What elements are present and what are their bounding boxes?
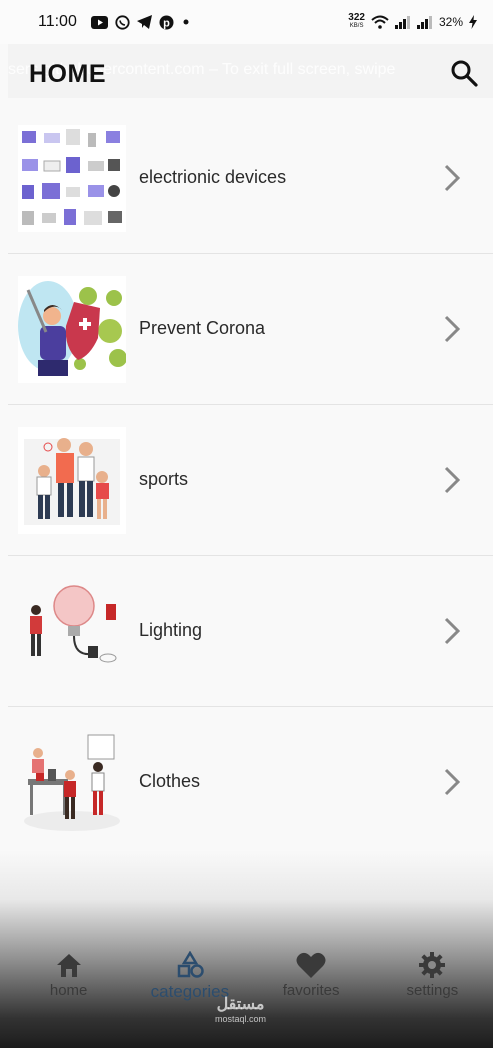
home-icon bbox=[56, 954, 81, 977]
status-bar: 11:00 p 322 KB/S 32% bbox=[0, 0, 493, 44]
system-status: 322 KB/S 32% bbox=[348, 13, 477, 31]
category-list: electrionic devices Prevent Corona sport… bbox=[8, 103, 493, 858]
chevron-right-icon[interactable] bbox=[441, 616, 463, 646]
watermark-arabic: مستقل bbox=[216, 996, 265, 1013]
chevron-right-icon[interactable] bbox=[441, 163, 463, 193]
notification-icons: p bbox=[90, 14, 191, 30]
wifi-icon bbox=[371, 15, 389, 29]
category-label: Clothes bbox=[139, 771, 201, 791]
nav-label: settings bbox=[406, 982, 459, 999]
battery-percent: 32% bbox=[438, 15, 463, 29]
chevron-right-icon[interactable] bbox=[441, 465, 463, 495]
signal-icon bbox=[394, 15, 410, 29]
category-label: sports bbox=[139, 469, 189, 489]
svg-text:p: p bbox=[163, 17, 170, 29]
charging-icon bbox=[469, 15, 477, 29]
category-row[interactable]: electrionic devices bbox=[8, 103, 493, 254]
heart-icon bbox=[296, 952, 326, 978]
lighting-illustration bbox=[18, 578, 126, 685]
category-label: Lighting bbox=[139, 620, 203, 640]
category-label: electrionic devices bbox=[139, 167, 287, 187]
page-title: HOME bbox=[29, 60, 106, 88]
net-speed: 322 KB/S bbox=[348, 13, 365, 31]
search-icon[interactable] bbox=[449, 58, 479, 88]
corona-illustration bbox=[18, 276, 126, 383]
whatsapp-icon bbox=[115, 14, 130, 30]
chevron-right-icon[interactable] bbox=[441, 314, 463, 344]
chevron-right-icon[interactable] bbox=[441, 767, 463, 797]
signal-icon-2 bbox=[416, 15, 432, 29]
nav-label: home bbox=[49, 982, 88, 999]
category-row[interactable]: sports bbox=[8, 405, 493, 556]
pinterest-icon: p bbox=[159, 15, 174, 29]
gear-icon bbox=[419, 952, 446, 978]
app-bar: sers.githubusercontent.com – To exit ful… bbox=[8, 44, 493, 98]
dot-icon bbox=[183, 19, 189, 25]
net-speed-unit: KB/S bbox=[349, 23, 364, 29]
category-row[interactable]: Prevent Corona bbox=[8, 254, 493, 405]
devices-illustration bbox=[18, 125, 126, 232]
clothes-illustration bbox=[18, 729, 126, 836]
watermark: مستقل mostaql.com bbox=[215, 996, 267, 1026]
sports-illustration bbox=[18, 427, 126, 534]
status-time: 11:00 bbox=[38, 13, 77, 30]
net-speed-value: 322 bbox=[348, 12, 365, 23]
categories-icon bbox=[177, 951, 204, 978]
nav-item-settings[interactable]: settings bbox=[372, 950, 493, 1020]
youtube-icon bbox=[90, 15, 108, 29]
nav-item-home[interactable]: home bbox=[8, 950, 129, 1020]
category-row[interactable]: Clothes bbox=[8, 707, 493, 858]
watermark-latin: mostaql.com bbox=[215, 1014, 267, 1024]
telegram-icon bbox=[136, 15, 152, 29]
nav-item-favorites[interactable]: favorites bbox=[251, 950, 372, 1020]
category-row[interactable]: Lighting bbox=[8, 556, 493, 707]
nav-label: favorites bbox=[282, 982, 340, 999]
category-label: Prevent Corona bbox=[139, 318, 266, 338]
